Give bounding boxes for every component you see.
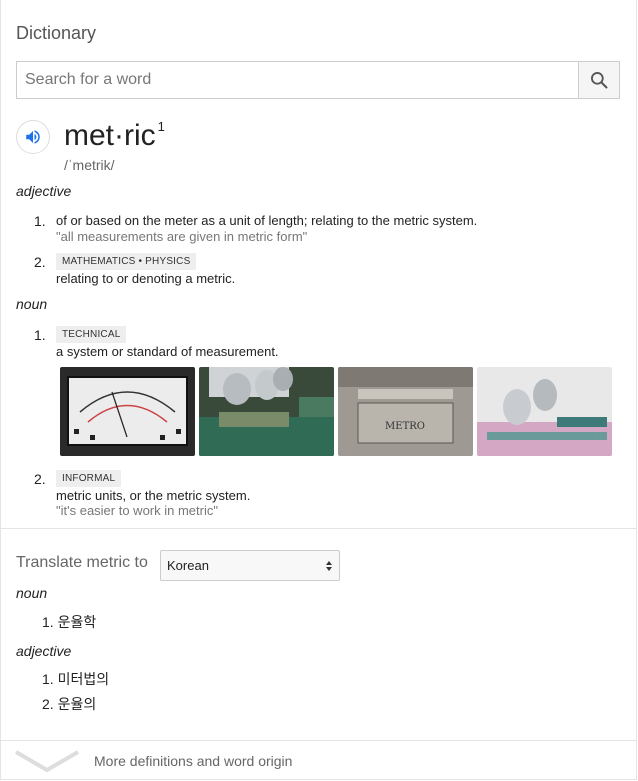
translate-pos-adjective: adjective	[16, 643, 72, 659]
translation-text: 운율의	[57, 696, 97, 712]
translation-item: 1. 운율학	[42, 612, 96, 632]
translate-pos-noun: noun	[16, 585, 48, 601]
sense-definition: metric units, or the metric system.	[56, 488, 251, 503]
svg-text:METRO: METRO	[385, 421, 425, 432]
phonetic: /ˈmetrik/	[64, 157, 115, 173]
translation-number: 2.	[42, 696, 54, 712]
sense-number: 1.	[34, 213, 46, 229]
select-arrows-icon	[326, 560, 332, 571]
register-label: INFORMAL	[56, 470, 122, 487]
pos-adjective: adjective	[16, 183, 72, 199]
card-title: Dictionary	[16, 23, 97, 43]
speaker-icon	[26, 130, 40, 144]
translation-item: 2. 운율의	[42, 694, 96, 714]
pronunciation-button[interactable]	[16, 120, 50, 154]
translation-text: 미터법의	[57, 671, 110, 687]
language-select-value: Korean	[167, 558, 209, 573]
subject-label: MATHEMATICS • PHYSICS	[56, 253, 197, 270]
headword-text: met·ric	[64, 119, 156, 152]
sense-definition: relating to or denoting a metric.	[56, 271, 236, 286]
sense-definition: a system or standard of measurement.	[56, 344, 279, 359]
language-select[interactable]: Korean	[160, 550, 340, 581]
metro-plaque-image[interactable]: METRO	[338, 367, 473, 456]
footer-divider	[0, 740, 637, 741]
search-icon	[591, 72, 608, 89]
translation-number: 1.	[42, 671, 54, 687]
register-label: TECHNICAL	[56, 326, 127, 343]
microscope-circuit-image[interactable]	[477, 367, 612, 456]
more-definitions-link[interactable]: More definitions and word origin	[94, 753, 292, 769]
sense-example: "it's easier to work in metric"	[56, 503, 218, 518]
sense-example: "all measurements are given in metric fo…	[56, 229, 308, 244]
search-button[interactable]	[578, 62, 619, 98]
chevron-down-icon[interactable]	[14, 748, 80, 774]
section-divider	[0, 528, 637, 529]
sense-definition: of or based on the meter as a unit of le…	[56, 213, 478, 228]
search-bar	[16, 61, 620, 99]
translation-text: 운율학	[57, 614, 97, 630]
sense-number: 2.	[34, 254, 46, 270]
sense-number: 2.	[34, 471, 46, 487]
translate-label: Translate metric to	[16, 554, 148, 571]
search-input[interactable]	[17, 62, 578, 98]
translation-item: 1. 미터법의	[42, 669, 109, 689]
microscope-image[interactable]	[199, 367, 334, 456]
sense-number: 1.	[34, 327, 46, 343]
image-strip: METRO	[60, 367, 612, 456]
translation-number: 1.	[42, 614, 54, 630]
pos-noun: noun	[16, 296, 48, 312]
headword: met·ric 1	[64, 119, 165, 153]
meter-gauge-image[interactable]	[60, 367, 195, 456]
homograph-number: 1	[157, 119, 165, 134]
